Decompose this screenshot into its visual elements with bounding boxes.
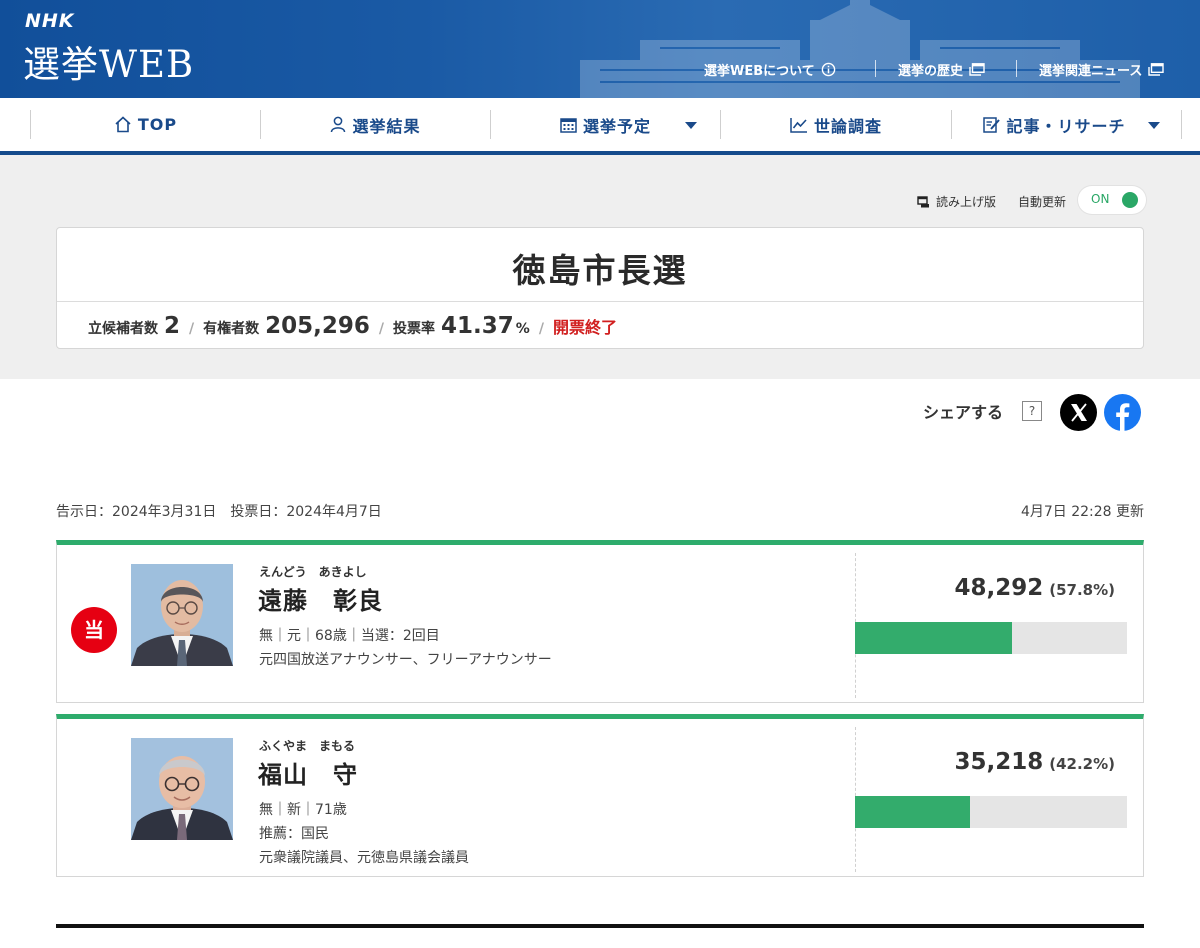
candidates-count-label: 立候補者数 bbox=[88, 321, 158, 337]
election-dates: 告示日：2024年3月31日 投票日：2024年4月7日 bbox=[56, 504, 382, 520]
history-link-label: 選挙の歴史 bbox=[898, 63, 964, 79]
x-share-button[interactable] bbox=[1060, 394, 1097, 431]
section-divider bbox=[56, 924, 1144, 928]
vote-share-fill bbox=[855, 796, 970, 828]
facebook-logo-icon bbox=[1116, 403, 1130, 431]
about-link-label: 選挙WEBについて bbox=[704, 63, 815, 79]
readout-version-link[interactable]: 読み上げ版 bbox=[917, 193, 996, 210]
history-link[interactable]: 選挙の歴史 bbox=[898, 60, 985, 79]
nav-item-polls[interactable]: 世論調査 bbox=[721, 98, 951, 151]
nav-item-results[interactable]: 選挙結果 bbox=[261, 98, 490, 151]
vote-percent: (42.2%) bbox=[1049, 755, 1115, 773]
vote-percent: (57.8%) bbox=[1049, 581, 1115, 599]
election-stats: 立候補者数 2 / 有権者数 205,296 / 投票率 41.37 % / 開… bbox=[88, 313, 617, 339]
turnout-value: 41.37 bbox=[441, 313, 514, 339]
diet-building-background bbox=[580, 0, 1140, 98]
election-summary-card: 徳島市長選 立候補者数 2 / 有権者数 205,296 / 投票率 41.37… bbox=[56, 227, 1144, 349]
count-status: 開票終了 bbox=[552, 318, 617, 337]
vote-number: 35,218 bbox=[954, 749, 1044, 775]
vote-count: 35,218 (42.2%) bbox=[954, 749, 1115, 775]
candidate-kana: ふくやま まもる bbox=[259, 739, 356, 753]
stat-separator: / bbox=[538, 321, 544, 337]
header-divider bbox=[1016, 60, 1017, 77]
vote-share-bar bbox=[855, 796, 1127, 828]
article-edit-icon bbox=[983, 116, 1001, 133]
last-updated: 4月7日 22:28 更新 bbox=[1020, 504, 1144, 520]
page-title: 徳島市長選 bbox=[512, 251, 688, 290]
candidates-count-value: 2 bbox=[164, 313, 181, 339]
news-link-label: 選挙関連ニュース bbox=[1039, 63, 1143, 79]
person-icon bbox=[330, 116, 346, 133]
header-divider bbox=[875, 60, 876, 77]
x-logo-icon bbox=[1071, 403, 1087, 422]
main-nav: TOP 選挙結果 選挙予定 世論調査 記事・リサーチ bbox=[0, 98, 1200, 155]
chevron-down-icon[interactable] bbox=[1148, 122, 1160, 129]
site-title-logo[interactable]: 選挙WEB bbox=[23, 34, 194, 88]
candidate-card: ふくやま まもる 福山 守 無｜新｜71歳 推薦：国民 元衆議院議員、元徳島県議… bbox=[56, 714, 1144, 877]
calendar-icon bbox=[560, 117, 577, 133]
elected-badge: 当 bbox=[71, 607, 117, 653]
vote-count: 48,292 (57.8%) bbox=[954, 575, 1115, 601]
divider bbox=[57, 301, 1143, 302]
nav-item-label: 世論調査 bbox=[813, 116, 882, 136]
vote-share-fill bbox=[855, 622, 1013, 654]
nav-divider bbox=[1181, 110, 1182, 139]
eligible-voters-value: 205,296 bbox=[265, 313, 370, 339]
candidate-name[interactable]: 遠藤 彰良 bbox=[258, 581, 383, 616]
chevron-down-icon[interactable] bbox=[685, 122, 697, 129]
auto-update-label: 自動更新 bbox=[1018, 195, 1067, 209]
stat-separator: / bbox=[189, 321, 195, 337]
candidate-career: 元四国放送アナウンサー、フリーアナウンサー bbox=[259, 652, 552, 668]
nav-item-label: 選挙予定 bbox=[582, 116, 651, 136]
speaker-icon bbox=[917, 195, 930, 208]
candidate-kana: えんどう あきよし bbox=[259, 565, 367, 579]
share-label: シェアする bbox=[923, 403, 1004, 422]
candidate-photo bbox=[131, 564, 233, 666]
line-chart-icon bbox=[790, 117, 808, 133]
nhk-logo[interactable]: NHK bbox=[25, 10, 75, 32]
facebook-share-button[interactable] bbox=[1104, 394, 1141, 431]
info-icon bbox=[821, 62, 836, 77]
nav-item-articles[interactable]: 記事・リサーチ bbox=[952, 98, 1157, 151]
eligible-voters-label: 有権者数 bbox=[203, 321, 260, 337]
candidate-endorsement: 推薦：国民 bbox=[259, 826, 329, 842]
turnout-unit: % bbox=[515, 321, 530, 337]
candidate-photo bbox=[131, 738, 233, 840]
vote-share-bar bbox=[855, 622, 1127, 654]
home-icon bbox=[114, 116, 132, 133]
stat-separator: / bbox=[378, 321, 385, 337]
candidate-name[interactable]: 福山 守 bbox=[258, 755, 358, 790]
toggle-state-label: ON bbox=[1091, 192, 1110, 206]
about-link[interactable]: 選挙WEBについて bbox=[704, 60, 836, 79]
nav-item-label: 記事・リサーチ bbox=[1006, 116, 1126, 136]
news-link[interactable]: 選挙関連ニュース bbox=[1039, 60, 1165, 79]
candidate-career: 元衆議院議員、元徳島県議会議員 bbox=[259, 850, 469, 866]
turnout-label: 投票率 bbox=[393, 321, 436, 337]
toggle-knob[interactable] bbox=[1122, 192, 1138, 208]
nav-item-label: TOP bbox=[137, 115, 178, 134]
share-help-button[interactable]: ? bbox=[1022, 401, 1042, 421]
site-header: NHK 選挙WEB 選挙WEBについて 選挙の歴史 選挙関連ニュース bbox=[0, 0, 1200, 98]
external-window-icon bbox=[1148, 62, 1165, 76]
candidate-profile: 無｜元｜68歳｜当選：2回目 bbox=[259, 628, 440, 644]
external-window-icon bbox=[969, 62, 985, 76]
nav-item-label: 選挙結果 bbox=[352, 116, 421, 136]
auto-update-toggle[interactable]: ON bbox=[1078, 186, 1146, 214]
readout-label: 読み上げ版 bbox=[936, 195, 997, 209]
candidate-profile: 無｜新｜71歳 bbox=[259, 802, 347, 818]
nav-item-top[interactable]: TOP bbox=[31, 98, 260, 151]
vote-number: 48,292 bbox=[954, 575, 1044, 601]
candidate-card: 当 えんどう あきよし 遠藤 彰良 無｜元｜68歳｜当選：2回目 元四国放送アナ… bbox=[56, 540, 1144, 703]
